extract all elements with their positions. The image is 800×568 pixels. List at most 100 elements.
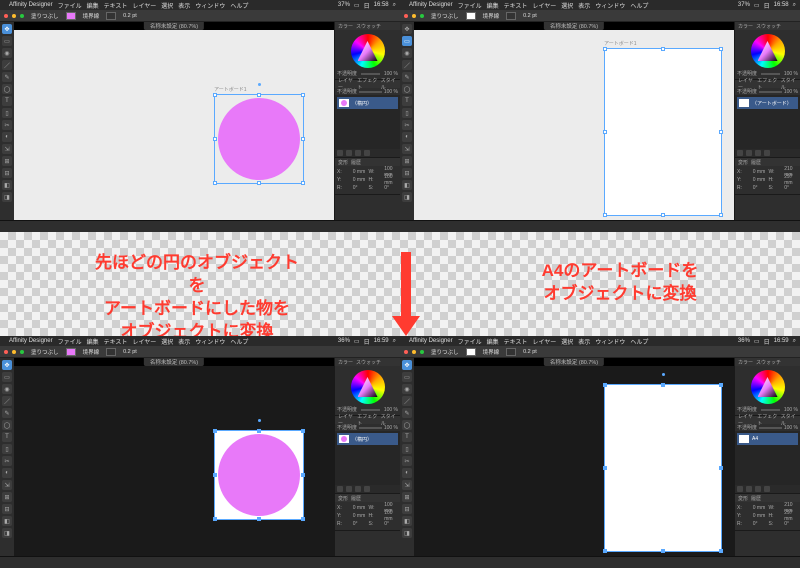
move-tool[interactable]: ✥: [2, 24, 12, 34]
menu-file[interactable]: ファイル: [58, 337, 82, 346]
pencil-tool[interactable]: ✎: [402, 72, 412, 82]
artboard-label[interactable]: アートボード1: [604, 40, 636, 47]
tab-effects[interactable]: エフェクト: [757, 413, 777, 427]
menu-text[interactable]: テキスト: [504, 1, 528, 10]
tab-history[interactable]: 履歴: [751, 495, 761, 502]
fill-tool[interactable]: ◐: [2, 468, 12, 478]
tab-history[interactable]: 履歴: [351, 159, 361, 166]
menu-file[interactable]: ファイル: [458, 337, 482, 346]
menu-view[interactable]: 表示: [178, 337, 190, 346]
r-val[interactable]: 0°: [353, 185, 367, 191]
menu-text[interactable]: テキスト: [104, 1, 128, 10]
y-val[interactable]: 0 mm: [753, 177, 767, 183]
artboard-tool[interactable]: ▭: [2, 372, 12, 382]
text-tool[interactable]: T: [2, 432, 12, 442]
canvas[interactable]: アートボード1: [14, 30, 334, 220]
pencil-tool[interactable]: ✎: [402, 408, 412, 418]
document-tab[interactable]: 名称未設定 (80.7%): [544, 358, 604, 366]
text-tool[interactable]: T: [402, 96, 412, 106]
menu-file[interactable]: ファイル: [58, 1, 82, 10]
hand-tool[interactable]: ⊟: [402, 168, 412, 178]
search-icon[interactable]: ⌕: [793, 2, 796, 9]
text-tool[interactable]: T: [402, 432, 412, 442]
fill-swatch[interactable]: [466, 12, 476, 20]
grid-tool[interactable]: ⊞: [402, 492, 412, 502]
artboard-label[interactable]: アートボード1: [214, 86, 246, 93]
tab-effects[interactable]: エフェクト: [757, 77, 777, 91]
transparency-tool[interactable]: ⇲: [2, 480, 12, 490]
menu-window[interactable]: ウィンドウ: [195, 337, 225, 346]
menu-edit[interactable]: 編集: [487, 1, 499, 10]
pen-tool[interactable]: ／: [2, 60, 12, 70]
grid-tool[interactable]: ⊞: [2, 156, 12, 166]
s-val[interactable]: 0°: [384, 185, 398, 191]
shape-tool[interactable]: ◯: [402, 420, 412, 430]
opacity-value[interactable]: 100 %: [784, 71, 798, 77]
document-tab[interactable]: 名称未設定 (80.7%): [144, 22, 204, 30]
search-icon[interactable]: ⌕: [393, 2, 396, 9]
r-val[interactable]: 0°: [753, 185, 767, 191]
shape-tool[interactable]: ◯: [402, 84, 412, 94]
menu-view[interactable]: 表示: [578, 337, 590, 346]
color-wheel[interactable]: [351, 370, 385, 404]
document-tab[interactable]: 名称未設定 (80.7%): [544, 22, 604, 30]
mask-icon[interactable]: [764, 150, 770, 156]
ellipse-object[interactable]: [218, 98, 300, 180]
node-tool[interactable]: ◉: [2, 384, 12, 394]
menu-window[interactable]: ウィンドウ: [195, 1, 225, 10]
hand-tool[interactable]: ⊟: [2, 504, 12, 514]
input-source[interactable]: 日: [364, 337, 370, 346]
add-layer-icon[interactable]: [337, 486, 343, 492]
layer-name[interactable]: （アートボード）: [752, 100, 792, 107]
r-val[interactable]: 0°: [753, 521, 767, 527]
menu-file[interactable]: ファイル: [458, 1, 482, 10]
menu-app[interactable]: Affinity Designer: [409, 338, 453, 344]
tab-swatches[interactable]: スウォッチ: [356, 23, 381, 30]
fill-tool[interactable]: ◐: [2, 132, 12, 142]
window-min-button[interactable]: [412, 350, 416, 354]
transparency-tool[interactable]: ⇲: [402, 144, 412, 154]
tab-color[interactable]: カラー: [338, 359, 353, 366]
menu-select[interactable]: 選択: [561, 1, 573, 10]
shape-tool[interactable]: ◯: [2, 420, 12, 430]
layer-row[interactable]: （楕円）: [337, 97, 398, 109]
tab-swatches[interactable]: スウォッチ: [756, 23, 781, 30]
opacity-value2[interactable]: 100 %: [784, 89, 798, 95]
transparency-tool[interactable]: ⇲: [402, 480, 412, 490]
stroke-swatch[interactable]: [506, 12, 516, 20]
x-val[interactable]: 0 mm: [753, 505, 767, 511]
remove-layer-icon[interactable]: [746, 486, 752, 492]
s-val[interactable]: 0°: [784, 185, 798, 191]
color-tool[interactable]: ◨: [2, 192, 12, 202]
color-wheel[interactable]: [751, 34, 785, 68]
artboard-a4[interactable]: [604, 48, 722, 216]
menu-app[interactable]: Affinity Designer: [9, 2, 53, 8]
color-tool[interactable]: ◨: [402, 528, 412, 538]
color-wheel[interactable]: [751, 370, 785, 404]
group-icon[interactable]: [355, 486, 361, 492]
layer-row[interactable]: （楕円）: [337, 433, 398, 445]
mask-icon[interactable]: [364, 486, 370, 492]
s-val[interactable]: 0°: [384, 521, 398, 527]
tab-swatches[interactable]: スウォッチ: [756, 359, 781, 366]
menu-window[interactable]: ウィンドウ: [595, 1, 625, 10]
menu-view[interactable]: 表示: [178, 1, 190, 10]
menu-edit[interactable]: 編集: [87, 1, 99, 10]
window-close-button[interactable]: [4, 350, 8, 354]
group-icon[interactable]: [755, 486, 761, 492]
color-tool[interactable]: ◨: [402, 192, 412, 202]
opacity-value[interactable]: 100 %: [784, 407, 798, 413]
tab-color[interactable]: カラー: [338, 23, 353, 30]
window-min-button[interactable]: [12, 350, 16, 354]
menu-app[interactable]: Affinity Designer: [9, 338, 53, 344]
r-val[interactable]: 0°: [353, 521, 367, 527]
menu-select[interactable]: 選択: [561, 337, 573, 346]
canvas-area[interactable]: 名称未設定 (80.7%) アートボード1: [14, 22, 334, 220]
artboard-tool[interactable]: ▭: [2, 36, 12, 46]
window-min-button[interactable]: [412, 14, 416, 18]
window-close-button[interactable]: [404, 350, 408, 354]
pen-tool[interactable]: ／: [402, 60, 412, 70]
opacity-value2[interactable]: 100 %: [384, 425, 398, 431]
stroke-width[interactable]: 0.2 pt: [120, 12, 140, 20]
canvas[interactable]: [14, 366, 334, 556]
